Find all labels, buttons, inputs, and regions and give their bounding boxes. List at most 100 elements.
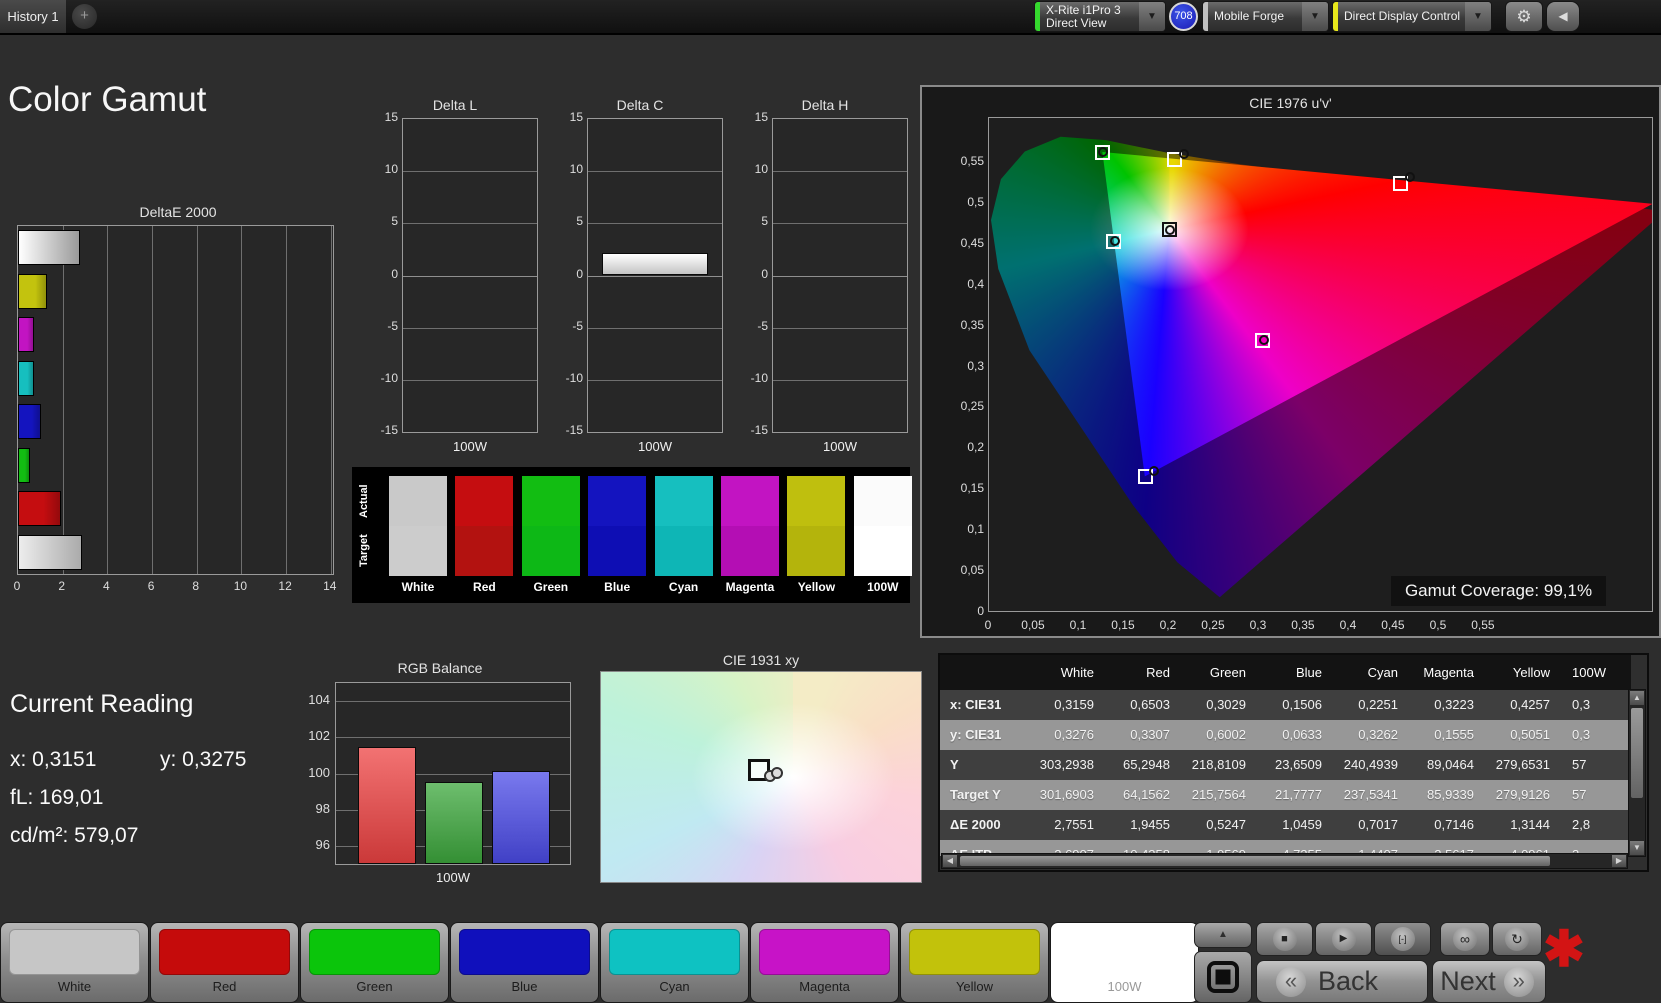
delta_l-y-tick: -15: [380, 423, 398, 437]
deltae2000-bar-cyan: [18, 360, 34, 396]
transport-refresh-button[interactable]: ↻: [1492, 922, 1542, 956]
transport-stop-button[interactable]: ■: [1256, 922, 1313, 956]
delta_h-y-tick: 5: [761, 214, 768, 229]
gear-icon: ⚙: [1516, 7, 1532, 26]
delta_l-gridline: [403, 327, 537, 329]
meter-dropdown[interactable]: X-Rite i1Pro 3 Direct View ▼: [1035, 2, 1165, 31]
rgb-balance-chart: RGB Balance 104 102 100 98 96 100W: [300, 660, 580, 895]
cie1976-title: CIE 1976 u'v': [1249, 95, 1332, 111]
pattern-control-bar: White Red Green Blue Cyan Magenta Yellow 100W ▲…: [0, 920, 1661, 1003]
pattern-button-100w[interactable]: 100W: [1050, 922, 1199, 1003]
pattern-window-button[interactable]: [1194, 951, 1252, 1003]
pattern-button-yellow[interactable]: Yellow: [900, 922, 1049, 1003]
table-cell: 57: [1572, 787, 1587, 802]
session-asterisk-icon[interactable]: ✱: [1543, 920, 1585, 978]
swatch-actual: [389, 476, 447, 526]
swatch-target: [455, 526, 514, 576]
delta_c-gridline: [588, 171, 722, 173]
back-button[interactable]: « Back: [1256, 960, 1428, 1003]
delta_c-y-tick: 15: [569, 110, 583, 124]
scroll-left-icon[interactable]: ◀: [943, 855, 957, 867]
swatch-red: [455, 476, 514, 576]
workflow-dropdown[interactable]: Mobile Forge ▼: [1203, 2, 1328, 31]
rgb-y-tick: 98: [315, 800, 330, 816]
meter-mode: Direct View: [1046, 15, 1107, 30]
table-header-cell: Cyan: [1367, 665, 1398, 680]
deltae2000-gridline: [196, 226, 198, 574]
settings-button[interactable]: ⚙: [1506, 2, 1542, 31]
popup-expand-button[interactable]: ▲: [1194, 922, 1252, 948]
deltae2000-x-tick: 6: [147, 579, 155, 593]
tab-history-1[interactable]: History 1: [0, 0, 66, 33]
swatch-label: Blue: [604, 580, 631, 594]
delta_c-gridline: [588, 275, 722, 277]
pattern-button-white[interactable]: White: [0, 922, 149, 1003]
collapse-panel-button[interactable]: ◀: [1547, 2, 1579, 31]
delta_h-gridline: [773, 275, 907, 277]
page-title: Color Gamut: [8, 80, 207, 119]
pattern-swatch: [609, 929, 740, 975]
table-header-cell: Yellow: [1512, 665, 1550, 680]
pattern-button-blue[interactable]: Blue: [450, 922, 599, 1003]
next-button[interactable]: Next »: [1432, 960, 1546, 1003]
deltae2000-bar-yellow: [18, 273, 48, 309]
table-horizontal-scrollbar[interactable]: ◀ ▶: [942, 854, 1627, 868]
cie1976-x-tick: 0,1: [1069, 618, 1087, 632]
rgb-bar-blue: [492, 770, 550, 864]
swatch-target: [389, 526, 447, 576]
pattern-label: Blue: [511, 979, 538, 994]
table-header-cell: [940, 655, 1028, 690]
delta_c-gridline: [588, 223, 722, 225]
add-tab-button[interactable]: +: [72, 4, 97, 29]
cie1976-x-tick: 0,15: [1111, 618, 1135, 632]
table-cell: 57: [1572, 757, 1587, 772]
delta_l-gridline: [403, 379, 537, 381]
table-header-cell: 100W: [1572, 665, 1606, 680]
table-cell: 218,8109: [1191, 757, 1246, 772]
rgb-balance-category: 100W: [436, 870, 470, 885]
rgb-balance-plot: [335, 682, 571, 865]
swatch-100w: [853, 476, 912, 576]
table-header-cell: Blue: [1295, 665, 1322, 680]
table-cell: 0,1506: [1282, 697, 1322, 712]
scroll-right-icon[interactable]: ▶: [1612, 855, 1626, 867]
table-cell: 0,3159: [1054, 697, 1094, 712]
pattern-button-magenta[interactable]: Magenta: [750, 922, 899, 1003]
swatch-actual: [455, 476, 514, 526]
swatch-actual: [853, 476, 912, 526]
pattern-button-green[interactable]: Green: [300, 922, 449, 1003]
scroll-down-icon[interactable]: ▼: [1630, 841, 1644, 855]
cie1976-y-tick: 0,55: [960, 154, 984, 168]
table-cell: 0,3223: [1434, 697, 1474, 712]
scroll-up-icon[interactable]: ▲: [1630, 691, 1644, 705]
delta_l-gridline: [403, 275, 537, 277]
transport-infinity-button[interactable]: ∞: [1440, 922, 1490, 956]
transport-pattern-window-button[interactable]: [-]: [1374, 922, 1431, 956]
table-row-label: Y: [950, 757, 959, 772]
delta_h-gridline: [773, 223, 907, 225]
actual-marker-red: [1404, 172, 1415, 183]
deltae2000-x-tick: 2: [58, 579, 66, 593]
meter-count-badge: 708: [1169, 2, 1198, 31]
table-vertical-scrollbar[interactable]: ▲ ▼: [1629, 690, 1645, 856]
horizontal-scroll-thumb[interactable]: [960, 856, 1550, 866]
vertical-scroll-thumb[interactable]: [1631, 708, 1643, 798]
cie1976-panel: CIE 1976 u'v' Gamut Coverage: 99,1% 0,55…: [920, 85, 1661, 638]
swatch-cyan: [654, 476, 713, 576]
actual-marker-yellow: [1178, 148, 1189, 159]
pattern-button-cyan[interactable]: Cyan: [600, 922, 749, 1003]
table-row-label: x: CIE31: [950, 697, 1002, 712]
transport-play-button[interactable]: ▶: [1315, 922, 1372, 956]
table-cell: 2,8: [1572, 817, 1591, 832]
table-cell: 1,0459: [1282, 817, 1322, 832]
pattern-button-red[interactable]: Red: [150, 922, 299, 1003]
delta_l-gridline: [403, 223, 537, 225]
swatch-blue: [588, 476, 647, 576]
cie1976-y-tick: 0,15: [960, 481, 984, 496]
cie1976-y-tick: 0,5: [967, 194, 984, 209]
display-control-dropdown[interactable]: Direct Display Control ▼: [1333, 2, 1491, 31]
cie1976-x-tick: 0,4: [1339, 618, 1357, 632]
cie1931-chart: CIE 1931 xy: [600, 652, 922, 892]
cie1976-y-tick: 0,05: [960, 563, 984, 578]
deltae2000-x-tick: 8: [192, 579, 200, 593]
